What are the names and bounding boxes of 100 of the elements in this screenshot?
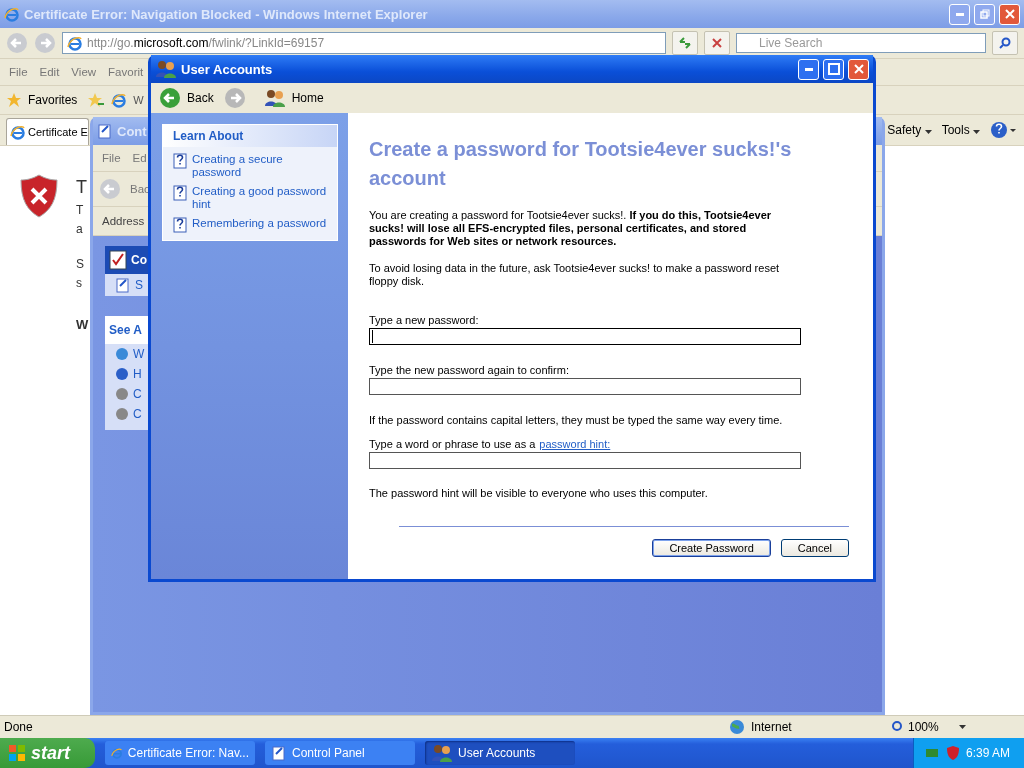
task-link[interactable]: W	[133, 347, 145, 361]
paragraph: If the password contains capital letters, they must be typed the same way every time.	[369, 414, 784, 427]
password-field[interactable]	[369, 452, 801, 469]
stop-icon	[711, 37, 723, 49]
window-title: Certificate Error: Navigation Blocked - Windows Internet Explorer	[24, 6, 428, 22]
help-icon	[173, 153, 187, 169]
browser-icon	[111, 745, 123, 761]
restore-button[interactable]	[974, 3, 995, 25]
error-shield-icon	[20, 174, 58, 218]
favorite-link[interactable]: W	[133, 94, 144, 106]
paragraph: To avoid losing data in the future, ask Tootsie4ever sucks! to make a password reset floppy disk.	[369, 262, 781, 288]
clock: 6:39 AM	[965, 746, 1010, 760]
window-title: Cont	[117, 123, 147, 139]
home-button[interactable]: Home	[259, 89, 328, 107]
taskbar-button[interactable]: User Accounts	[425, 741, 575, 765]
favorites-button[interactable]: Favorites	[28, 93, 78, 107]
browser-icon	[4, 6, 20, 22]
task-box-header: See A	[105, 316, 151, 344]
page-text: T	[76, 202, 84, 219]
minimize-icon	[955, 12, 964, 16]
users-icon	[155, 60, 177, 78]
windows-flag-icon	[8, 744, 26, 762]
page-text: s	[76, 275, 82, 292]
address-field[interactable]: http://go.microsoft.com/fwlink/?LinkId=69157	[62, 32, 666, 54]
address-label: Address	[101, 215, 146, 227]
caret-icon	[973, 130, 980, 134]
add-favorite-icon[interactable]	[87, 92, 106, 108]
status-text: Done	[4, 720, 34, 734]
back-button[interactable]: Back	[155, 87, 218, 109]
task-box-header: Co	[105, 246, 151, 274]
help-icon	[173, 217, 187, 233]
search-icon	[999, 37, 1011, 49]
browser-icon	[10, 124, 26, 140]
maximize-icon	[827, 63, 840, 75]
task-link[interactable]: H	[133, 367, 142, 381]
caret-icon[interactable]	[958, 725, 966, 729]
password-hint-link[interactable]: password hint:	[539, 438, 611, 450]
window-title: User Accounts	[181, 61, 273, 77]
start-button[interactable]: start	[0, 738, 95, 768]
search-button[interactable]	[992, 31, 1018, 55]
dialog-button[interactable]: Create Password	[652, 539, 771, 557]
users-icon	[431, 744, 453, 762]
menu-item[interactable]: File	[99, 152, 124, 164]
paragraph: You are creating a password for Tootsie4ever sucks!. If you do this, Tootsie4ever sucks! will lose all EFS-encrypted files, personal certificates, and stored passwords for Web sites or network resources.	[369, 209, 773, 248]
paragraph: The password hint will be visible to everyone who uses this computer.	[369, 487, 709, 500]
page-text: a	[76, 221, 83, 238]
page-text: W	[76, 316, 89, 333]
close-button[interactable]	[999, 3, 1020, 25]
zoom-icon	[891, 720, 905, 734]
zoom-level[interactable]: 100%	[908, 720, 939, 734]
zone-text: Internet	[751, 720, 793, 734]
panel-title: Learn About	[163, 125, 337, 147]
task-link[interactable]: C	[133, 387, 142, 401]
checklist-icon	[109, 249, 129, 271]
help-link[interactable]: Creating a secure password	[163, 150, 337, 182]
minimize-button[interactable]	[949, 3, 970, 25]
help-link[interactable]: Creating a good password hint	[163, 182, 337, 214]
taskbar-button[interactable]: Control Panel	[265, 741, 415, 765]
help-icon[interactable]	[990, 121, 1018, 139]
web-slice-icon[interactable]	[111, 92, 128, 108]
command-menu[interactable]: Tools	[941, 123, 980, 137]
panel-icon	[115, 277, 131, 293]
menu-item[interactable]: View	[68, 66, 100, 78]
field-label: Type the new password again to confirm:	[369, 364, 569, 376]
task-link[interactable]: S	[135, 278, 143, 292]
panel-icon	[97, 123, 113, 139]
page-text: S	[76, 256, 84, 273]
forward-button[interactable]	[223, 87, 246, 109]
shield-icon[interactable]	[945, 745, 960, 761]
stop-button[interactable]	[704, 31, 730, 55]
caret-icon	[924, 130, 932, 134]
browser-tab[interactable]: Certificate E	[6, 118, 89, 145]
field-label: Type a word or phrase to use as a	[369, 438, 536, 450]
maximize-button[interactable]	[823, 58, 844, 80]
globe-icon	[729, 719, 745, 735]
help-icon	[173, 185, 187, 201]
close-button[interactable]	[848, 58, 869, 80]
menu-item[interactable]: Ed	[129, 152, 150, 164]
users-icon	[263, 89, 286, 107]
page-text: T	[76, 176, 87, 199]
restore-icon	[979, 9, 990, 19]
search-field[interactable]: Live Search	[736, 33, 986, 53]
refresh-icon	[678, 36, 692, 50]
minimize-button[interactable]	[798, 58, 819, 80]
password-field[interactable]	[369, 378, 801, 395]
task-link[interactable]: C	[133, 407, 142, 421]
command-menu[interactable]: Safety	[887, 123, 932, 137]
menu-item[interactable]: File	[6, 66, 31, 78]
panel-icon	[271, 745, 287, 761]
minimize-icon	[804, 67, 813, 71]
close-icon	[1004, 9, 1015, 19]
menu-item[interactable]: Edit	[36, 66, 63, 78]
refresh-button[interactable]	[672, 31, 698, 55]
help-link[interactable]: Remembering a password	[163, 214, 337, 236]
close-icon	[853, 64, 864, 74]
menu-item[interactable]: Favorit	[105, 66, 147, 78]
page-icon	[67, 35, 83, 51]
taskbar-button[interactable]: Certificate Error: Nav...	[105, 741, 255, 765]
password-field[interactable]	[369, 328, 801, 345]
dialog-button[interactable]: Cancel	[780, 539, 849, 557]
